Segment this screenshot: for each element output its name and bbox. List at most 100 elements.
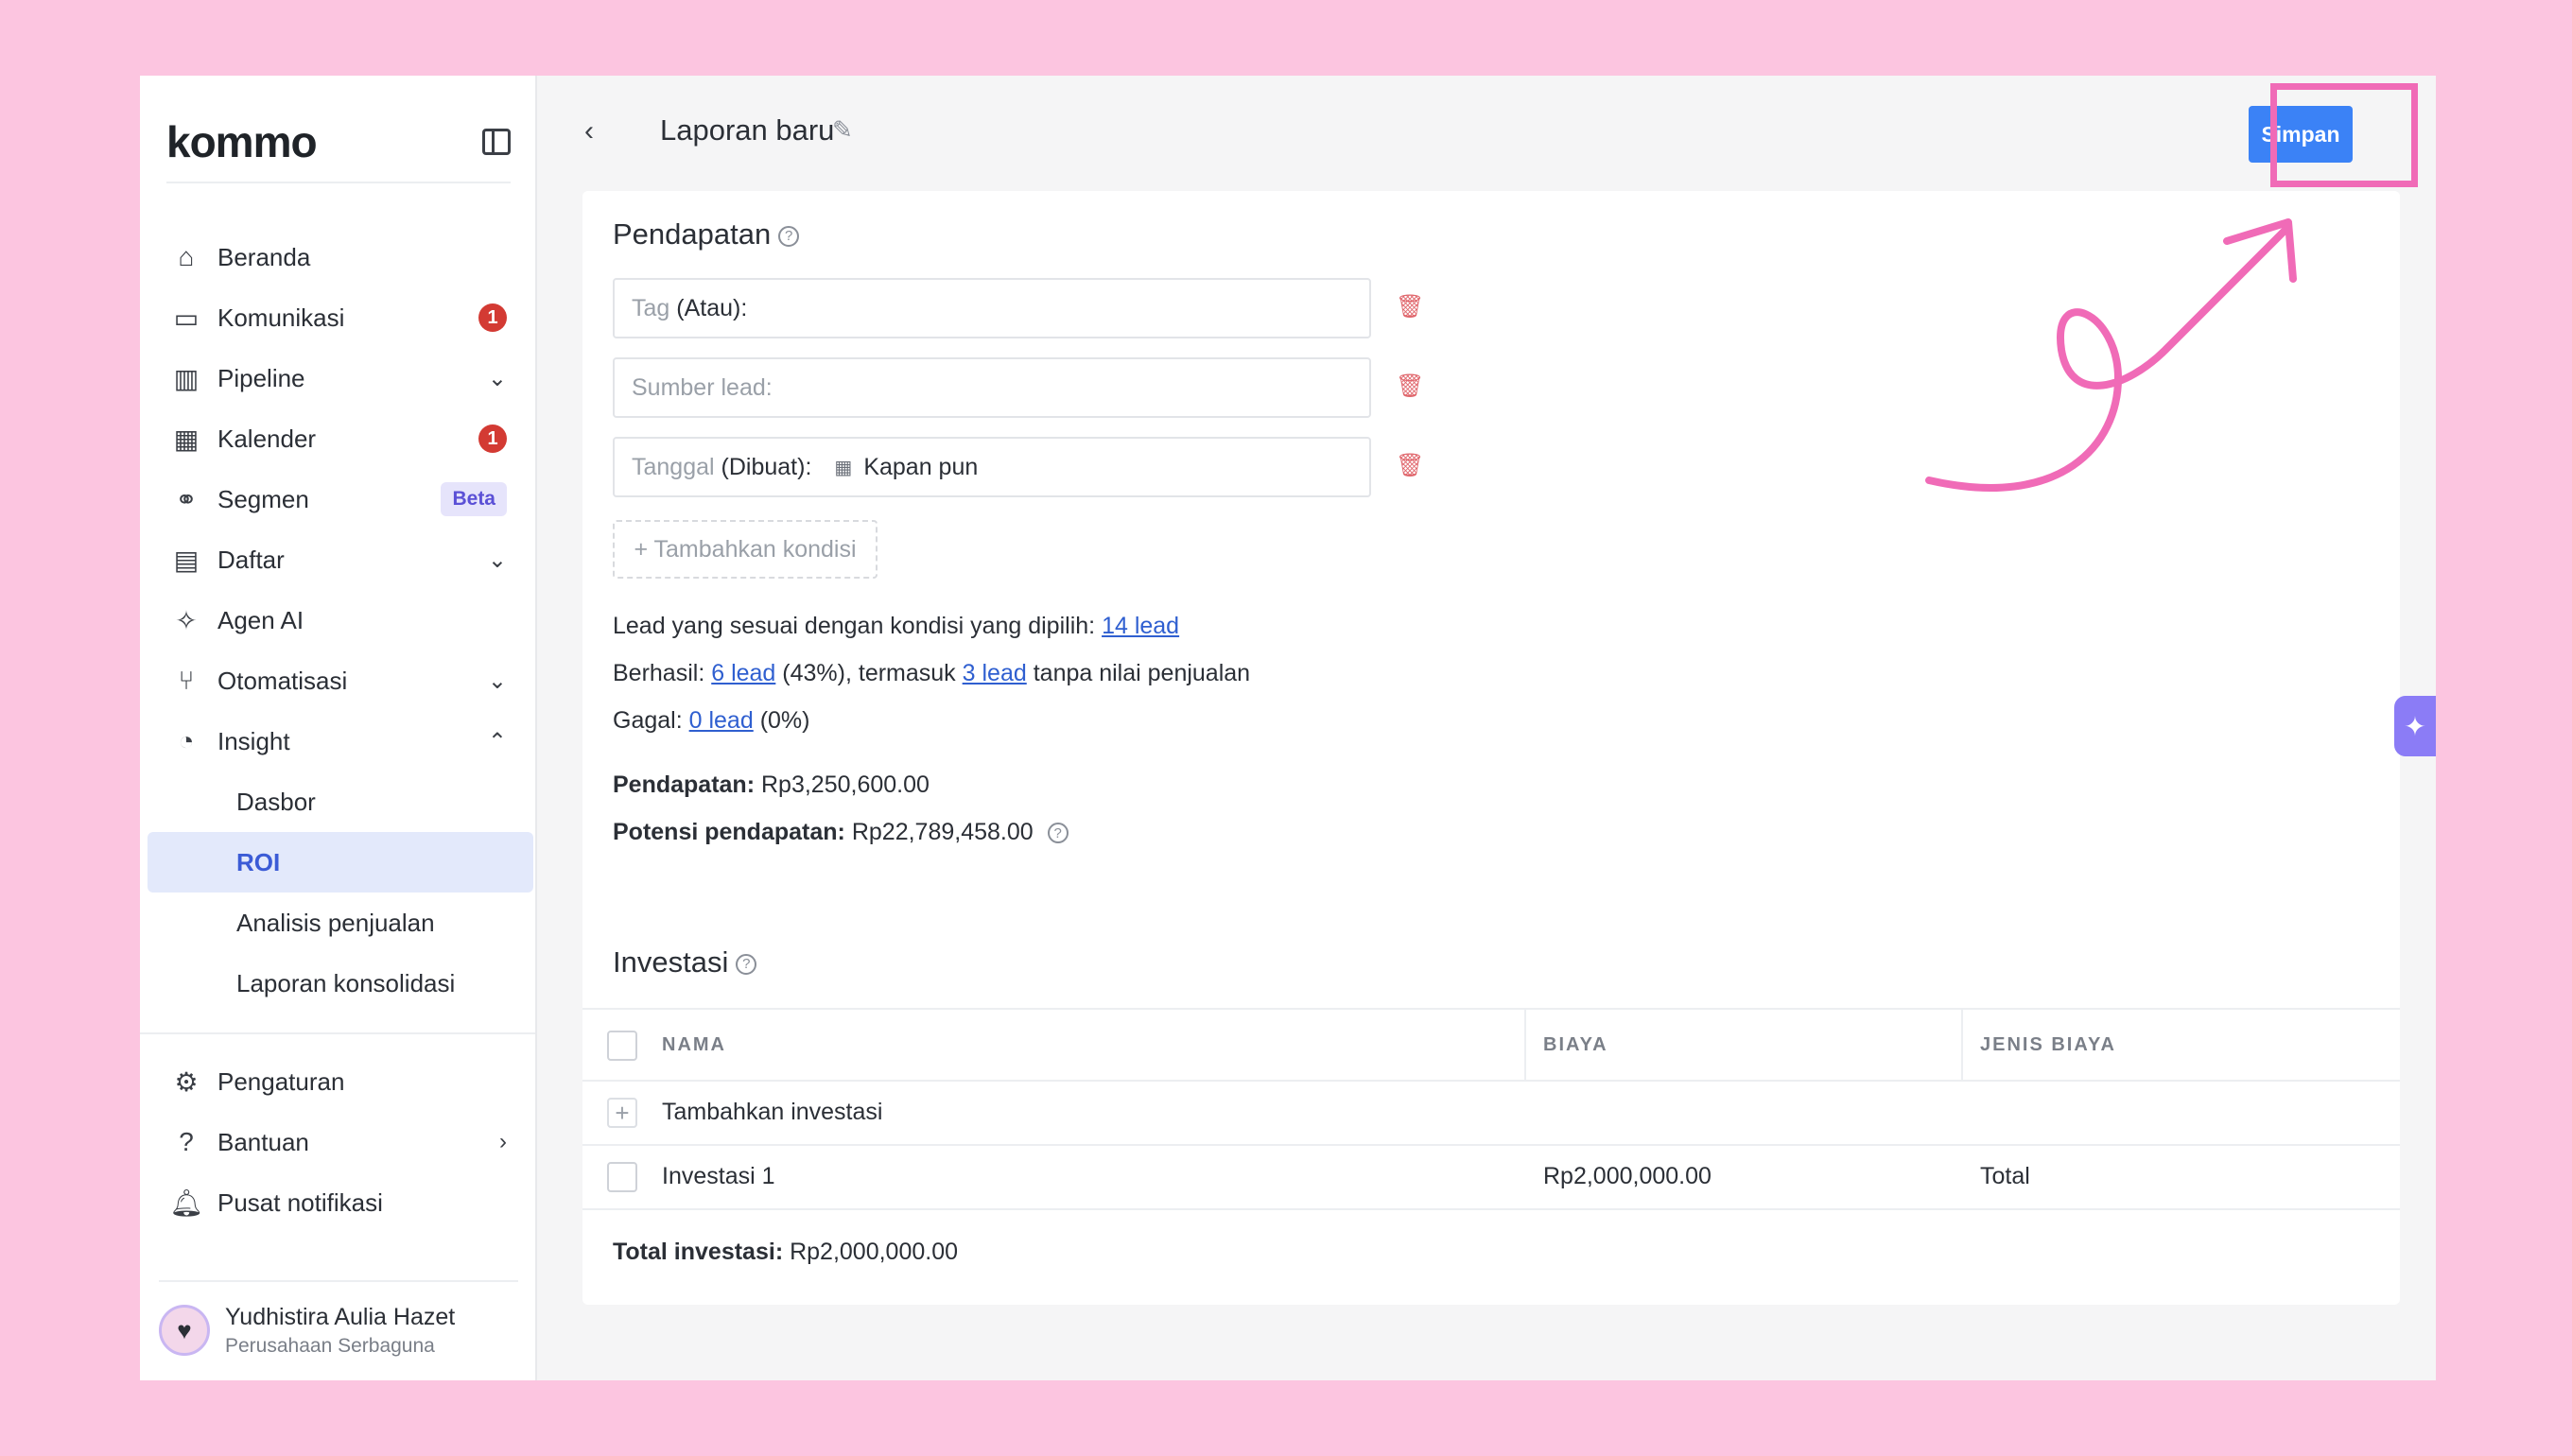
fail-suffix: (0%): [759, 707, 810, 734]
column-header-cost[interactable]: BIAYA: [1543, 1034, 1608, 1056]
failed-leads-link[interactable]: 0 lead: [689, 707, 754, 734]
question-icon[interactable]: ?: [736, 953, 757, 975]
total-investment-label: Total investasi:: [613, 1239, 784, 1265]
add-investment-label[interactable]: Tambahkan investasi: [662, 1099, 882, 1126]
investment-title: Investasi?: [613, 945, 757, 979]
sidebar-item-daftar[interactable]: ▤ Daftar ⌄: [148, 529, 533, 590]
investment-title-text: Investasi: [613, 945, 729, 979]
sidebar-item-label: Pengaturan: [217, 1066, 345, 1096]
notification-badge: 1: [478, 303, 507, 332]
avatar: ♥: [159, 1305, 210, 1356]
success-leads-link[interactable]: 6 lead: [711, 660, 775, 686]
sidebar-subitem-laporan-konsolidasi[interactable]: Laporan konsolidasi: [148, 953, 533, 1014]
sidebar-bottom-nav: ⚙ Pengaturan ? Bantuan › 🔔︎ Pusat notifi…: [148, 1051, 533, 1233]
sidebar-item-label: Pipeline: [217, 363, 305, 392]
matching-text: Lead yang sesuai dengan kondisi yang dip…: [613, 613, 1096, 639]
sidebar-item-pusat-notifikasi[interactable]: 🔔︎ Pusat notifikasi: [148, 1172, 533, 1233]
add-condition-button[interactable]: + Tambahkan kondisi: [613, 520, 878, 579]
matching-leads-line: Lead yang sesuai dengan kondisi yang dip…: [613, 613, 1179, 640]
success-suffix: tanpa nilai penjualan: [1033, 660, 1251, 686]
sidebar-item-agen-ai[interactable]: ✧ Agen AI: [148, 590, 533, 650]
success-prefix: Berhasil:: [613, 660, 705, 686]
calendar-small-icon: ▦: [834, 457, 853, 478]
logo-row: kommo: [166, 102, 511, 183]
add-investment-row[interactable]: + Tambahkan investasi: [582, 1082, 2400, 1146]
chevron-up-icon: ⌃: [487, 728, 507, 754]
sidebar-item-otomatisasi[interactable]: ⑂ Otomatisasi ⌄: [148, 650, 533, 711]
condition-date[interactable]: Tanggal (Dibuat): ▦ Kapan pun: [613, 437, 1371, 497]
sidebar-subitem-analisis-penjualan[interactable]: Analisis penjualan: [148, 893, 533, 953]
user-company: Perusahaan Serbaguna: [225, 1334, 435, 1357]
sidebar-item-label: Agen AI: [217, 605, 304, 634]
investment-cost: Rp2,000,000.00: [1543, 1163, 1712, 1189]
chevron-down-icon: ⌄: [487, 546, 507, 573]
investment-table: NAMA BIAYA JENIS BIAYA + Tambahkan inves…: [582, 1008, 2400, 1210]
pencil-icon[interactable]: ✎: [832, 115, 853, 145]
select-all-checkbox[interactable]: [607, 1031, 637, 1061]
segment-icon: ⚭: [175, 484, 198, 514]
trash-icon[interactable]: 🗑︎: [1396, 452, 1424, 479]
sidebar-item-label: Insight: [217, 726, 290, 755]
sidebar-item-komunikasi[interactable]: ▭ Komunikasi 1: [148, 287, 533, 348]
page-header: ‹ Laporan baru ✎ Simpan: [537, 76, 2436, 189]
revenue-line: Pendapatan: Rp3,250,600.00: [613, 771, 930, 799]
revenue-value: Rp3,250,600.00: [760, 771, 930, 798]
page-title[interactable]: Laporan baru: [660, 113, 834, 147]
pipeline-icon: ▥: [173, 363, 200, 393]
column-header-name[interactable]: NAMA: [662, 1034, 726, 1056]
table-row[interactable]: Investasi 1 Rp2,000,000.00 Total: [582, 1146, 2400, 1210]
user-profile[interactable]: ♥ Yudhistira Aulia Hazet Perusahaan Serb…: [159, 1280, 518, 1361]
sidebar-item-kalender[interactable]: ▦ Kalender 1: [148, 408, 533, 469]
column-divider: [1524, 1010, 1526, 1082]
investment-panel: Investasi? NAMA BIAYA JENIS BIAYA + Tamb…: [582, 917, 2400, 1305]
chart-pie-icon: ◔: [178, 726, 195, 755]
column-divider: [1961, 1010, 1963, 1082]
sidebar-item-insight[interactable]: ◔ Insight ⌃: [148, 711, 533, 771]
success-mid: (43%), termasuk: [782, 660, 956, 686]
column-header-cost-type[interactable]: JENIS BIAYA: [1980, 1034, 2116, 1056]
question-icon[interactable]: ?: [778, 225, 800, 247]
matching-leads-link[interactable]: 14 lead: [1102, 613, 1179, 639]
sparkle-icon: ✧: [175, 605, 198, 635]
save-highlight-box: [2270, 83, 2418, 187]
sidebar-item-label: Daftar: [217, 545, 285, 574]
trash-icon[interactable]: 🗑︎: [1396, 373, 1424, 400]
sidebar: kommo ⌂ Beranda ▭ Komunikasi 1 ▥ Pipelin…: [140, 76, 537, 1380]
condition-tag-hint: (Atau):: [676, 294, 748, 321]
notification-badge: 1: [478, 425, 507, 453]
list-icon: ▤: [173, 545, 200, 575]
revenue-title-text: Pendapatan: [613, 217, 772, 251]
sidebar-subitem-dasbor[interactable]: Dasbor: [148, 771, 533, 832]
condition-date-label: Tanggal: [632, 453, 715, 480]
sidebar-item-label: Beranda: [217, 242, 311, 271]
chat-icon: ▭: [173, 303, 200, 333]
back-arrow-icon[interactable]: ‹: [584, 115, 594, 147]
condition-date-hint: (Dibuat):: [721, 453, 812, 480]
sidebar-item-label: Kalender: [217, 424, 317, 453]
question-icon[interactable]: ?: [1047, 823, 1069, 844]
sidebar-toggle-icon[interactable]: [482, 129, 511, 155]
sidebar-subitem-roi[interactable]: ROI: [148, 832, 533, 893]
kommo-logo[interactable]: kommo: [166, 116, 318, 167]
fail-prefix: Gagal:: [613, 707, 683, 734]
potential-revenue-line: Potensi pendapatan: Rp22,789,458.00 ?: [613, 819, 1069, 846]
sidebar-item-pengaturan[interactable]: ⚙ Pengaturan: [148, 1051, 533, 1112]
sidebar-item-beranda[interactable]: ⌂ Beranda: [148, 227, 533, 287]
sidebar-item-segmen[interactable]: ⚭ Segmen Beta: [148, 469, 533, 529]
plus-icon[interactable]: +: [607, 1098, 637, 1128]
ai-assistant-button[interactable]: ✦: [2394, 696, 2436, 756]
calendar-icon: ▦: [173, 424, 200, 454]
potential-value: Rp22,789,458.00: [851, 819, 1034, 845]
no-value-leads-link[interactable]: 3 lead: [963, 660, 1027, 686]
user-info: Yudhistira Aulia Hazet Perusahaan Serbag…: [225, 1304, 455, 1358]
chevron-down-icon: ⌄: [487, 667, 507, 694]
condition-lead-source[interactable]: Sumber lead:: [613, 357, 1371, 418]
home-icon: ⌂: [178, 242, 195, 271]
sidebar-item-bantuan[interactable]: ? Bantuan ›: [148, 1112, 533, 1172]
trash-icon[interactable]: 🗑︎: [1396, 293, 1424, 321]
sidebar-item-pipeline[interactable]: ▥ Pipeline ⌄: [148, 348, 533, 408]
row-checkbox[interactable]: [607, 1162, 637, 1192]
success-leads-line: Berhasil: 6 lead (43%), termasuk 3 lead …: [613, 660, 1250, 687]
investment-cost-type: Total: [1980, 1163, 2030, 1189]
condition-tag[interactable]: Tag (Atau):: [613, 278, 1371, 338]
